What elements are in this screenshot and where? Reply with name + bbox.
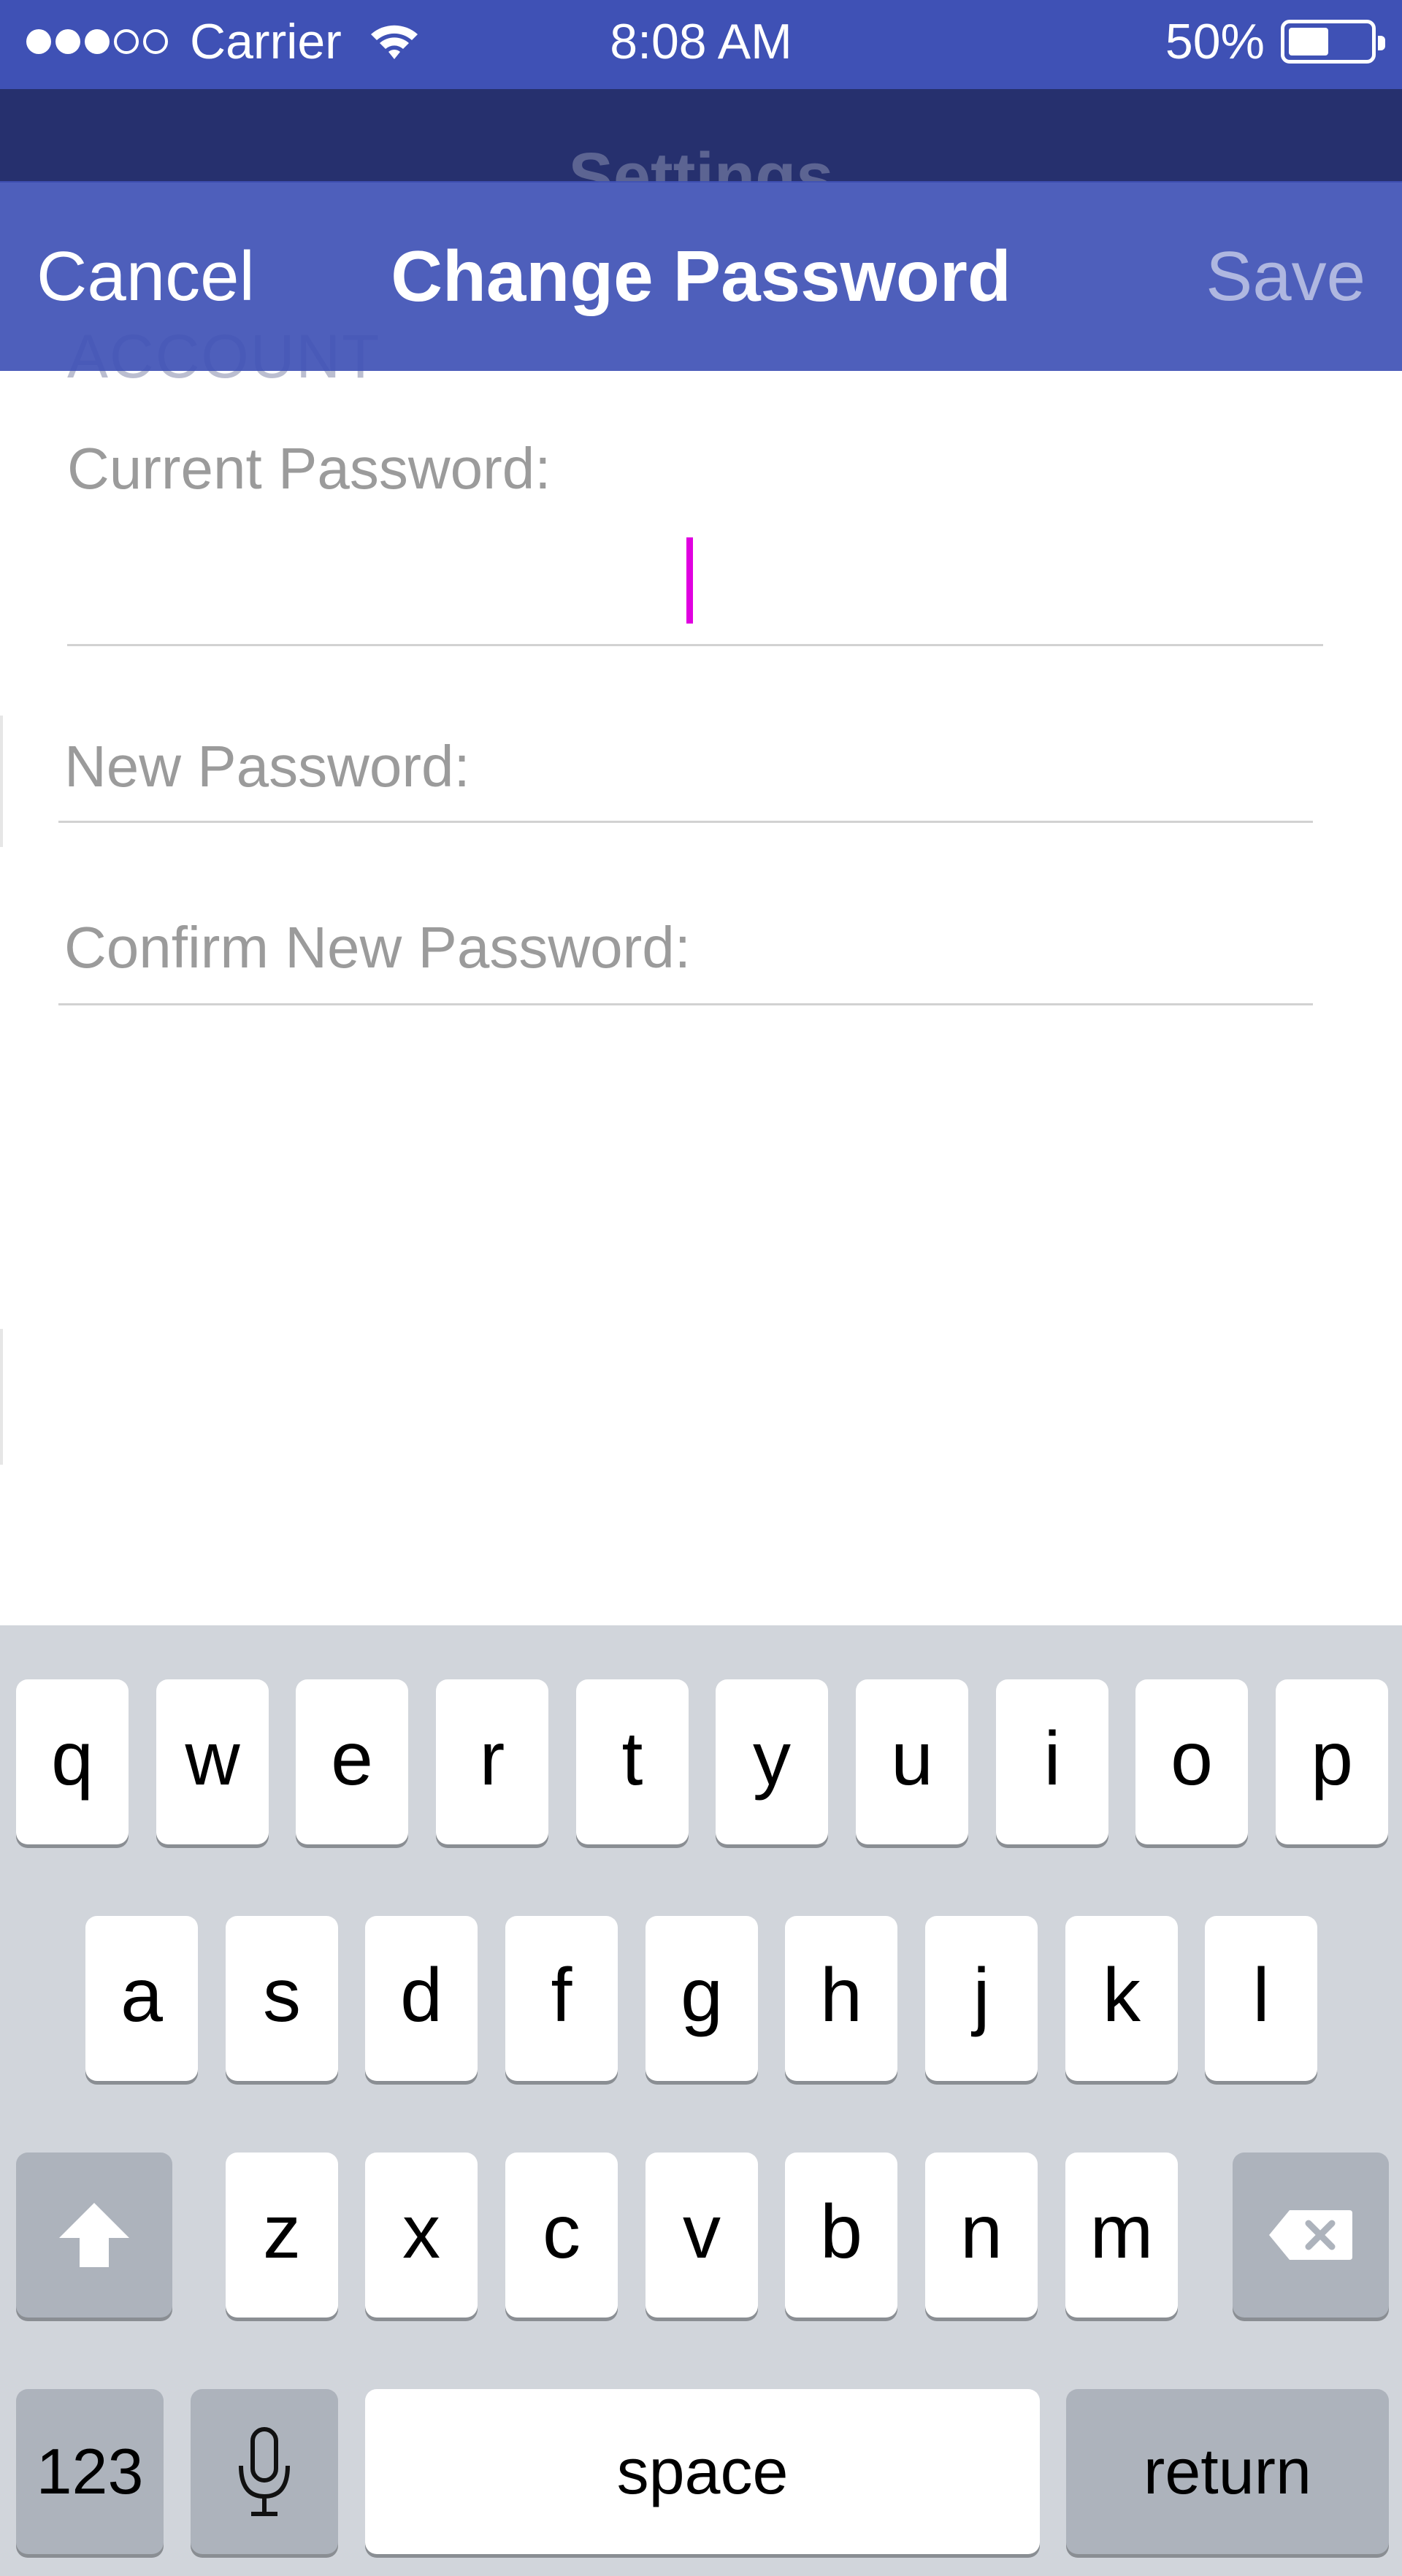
key-b[interactable]: b bbox=[785, 2153, 897, 2318]
confirm-password-underline bbox=[58, 1003, 1313, 1005]
wifi-icon bbox=[370, 25, 418, 59]
key-o[interactable]: o bbox=[1135, 1679, 1248, 1844]
numbers-key-label: 123 bbox=[36, 2435, 144, 2507]
battery-percent: 50% bbox=[1165, 14, 1265, 69]
key-i[interactable]: i bbox=[996, 1679, 1108, 1844]
return-key-label: return bbox=[1144, 2435, 1311, 2507]
key-c[interactable]: c bbox=[505, 2153, 618, 2318]
key-p[interactable]: p bbox=[1276, 1679, 1388, 1844]
new-password-input[interactable] bbox=[540, 730, 1314, 810]
key-z[interactable]: z bbox=[226, 2153, 338, 2318]
return-key[interactable]: return bbox=[1066, 2389, 1389, 2554]
key-f[interactable]: f bbox=[505, 1916, 618, 2081]
current-password-label: Current Password: bbox=[67, 436, 551, 501]
space-key-label: space bbox=[616, 2435, 789, 2507]
key-a[interactable]: a bbox=[85, 1916, 198, 2081]
keyboard: q w e r t y u i o p a s d f g h j k l z … bbox=[0, 1625, 1402, 2576]
delete-backspace-icon bbox=[1269, 2210, 1352, 2260]
key-u[interactable]: u bbox=[856, 1679, 968, 1844]
key-q[interactable]: q bbox=[16, 1679, 129, 1844]
key-y[interactable]: y bbox=[716, 1679, 828, 1844]
current-password-input[interactable] bbox=[67, 527, 1323, 629]
microphone-key[interactable] bbox=[191, 2389, 338, 2554]
cancel-button[interactable]: Cancel bbox=[37, 237, 255, 317]
key-x[interactable]: x bbox=[365, 2153, 478, 2318]
key-h[interactable]: h bbox=[785, 1916, 897, 2081]
background-edge-mark bbox=[0, 716, 3, 847]
space-key[interactable]: space bbox=[365, 2389, 1040, 2554]
nav-bar: Cancel Change Password Save bbox=[0, 181, 1402, 371]
key-v[interactable]: v bbox=[646, 2153, 758, 2318]
text-cursor bbox=[686, 537, 693, 624]
confirm-password-label: Confirm New Password: bbox=[64, 915, 692, 980]
current-password-underline bbox=[67, 644, 1323, 646]
key-w[interactable]: w bbox=[156, 1679, 269, 1844]
key-s[interactable]: s bbox=[226, 1916, 338, 2081]
key-l[interactable]: l bbox=[1205, 1916, 1317, 2081]
key-e[interactable]: e bbox=[296, 1679, 408, 1844]
status-bar: Carrier 8:08 AM 50% bbox=[0, 0, 1402, 89]
key-m[interactable]: m bbox=[1065, 2153, 1178, 2318]
background-edge-mark bbox=[0, 1329, 3, 1465]
delete-key[interactable] bbox=[1233, 2153, 1389, 2318]
key-d[interactable]: d bbox=[365, 1916, 478, 2081]
key-t[interactable]: t bbox=[576, 1679, 689, 1844]
carrier-name: Carrier bbox=[190, 14, 342, 69]
save-button[interactable]: Save bbox=[1206, 237, 1365, 317]
signal-strength-icon bbox=[26, 29, 172, 54]
numbers-key[interactable]: 123 bbox=[16, 2389, 164, 2554]
battery-icon bbox=[1281, 20, 1385, 64]
key-g[interactable]: g bbox=[646, 1916, 758, 2081]
key-k[interactable]: k bbox=[1065, 1916, 1178, 2081]
microphone-icon bbox=[239, 2427, 290, 2516]
confirm-password-input[interactable] bbox=[774, 911, 1314, 992]
new-password-underline bbox=[58, 821, 1313, 823]
key-n[interactable]: n bbox=[925, 2153, 1038, 2318]
shift-arrow-icon bbox=[59, 2203, 129, 2267]
key-j[interactable]: j bbox=[925, 1916, 1038, 2081]
shift-key[interactable] bbox=[16, 2153, 172, 2318]
new-password-label: New Password: bbox=[64, 734, 470, 799]
key-r[interactable]: r bbox=[436, 1679, 548, 1844]
